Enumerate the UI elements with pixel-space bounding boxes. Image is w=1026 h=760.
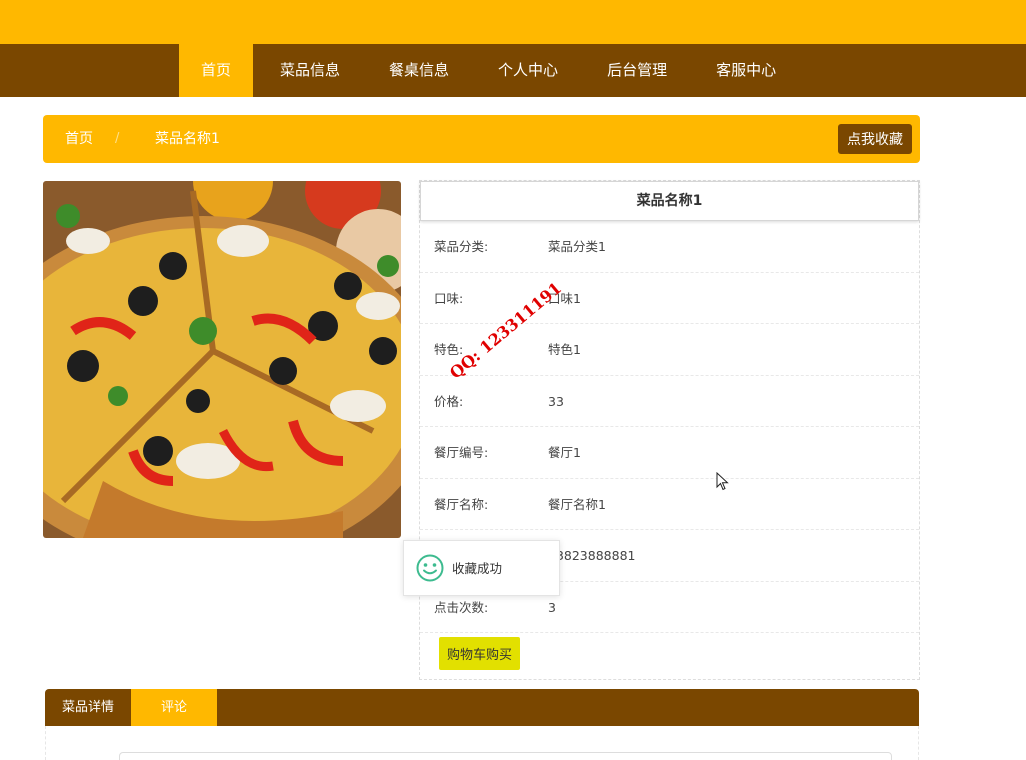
smile-icon (416, 554, 444, 586)
dish-title: 菜品名称1 (420, 181, 919, 221)
breadcrumb: 首页 / 菜品名称1 点我收藏 (43, 115, 920, 163)
toast-message: 收藏成功 (452, 561, 503, 576)
info-label: 菜品分类: (434, 239, 489, 254)
info-row-restaurant-id: 餐厅编号: 餐厅1 (420, 427, 919, 479)
dish-info-panel: 菜品名称1 菜品分类: 菜品分类1 口味: 口味1 特色: 特色1 价格: 33… (419, 180, 920, 680)
info-row-restaurant-name: 餐厅名称: 餐厅名称1 (420, 479, 919, 530)
breadcrumb-home-link[interactable]: 首页 (65, 115, 93, 163)
info-value: 13823888881 (548, 548, 636, 563)
info-label: 餐厅编号: (434, 445, 489, 460)
info-row-taste: 口味: 口味1 (420, 273, 919, 324)
info-value: 特色1 (548, 342, 581, 357)
detail-tabs: 菜品详情 评论 (45, 689, 919, 726)
nav-dish-info[interactable]: 菜品信息 (258, 44, 362, 97)
nav-admin[interactable]: 后台管理 (585, 44, 689, 97)
main-nav: 首页 菜品信息 餐桌信息 个人中心 后台管理 客服中心 (179, 44, 798, 97)
nav-personal-center[interactable]: 个人中心 (476, 44, 580, 97)
main-nav-bar: 首页 菜品信息 餐桌信息 个人中心 后台管理 客服中心 (0, 44, 1026, 97)
info-value: 餐厅名称1 (548, 496, 606, 512)
info-value: 餐厅1 (548, 445, 581, 460)
tab-dish-detail[interactable]: 菜品详情 (45, 689, 131, 726)
info-label: 餐厅名称: (434, 496, 489, 512)
info-label: 价格: (434, 393, 464, 409)
mouse-cursor-icon (716, 471, 730, 496)
info-row-price: 价格: 33 (420, 376, 919, 427)
nav-customer-service[interactable]: 客服中心 (694, 44, 798, 97)
favorite-button[interactable]: 点我收藏 (838, 124, 912, 154)
top-banner (0, 0, 1026, 44)
nav-table-info[interactable]: 餐桌信息 (367, 44, 471, 97)
comment-input[interactable] (119, 752, 892, 760)
toast-notification: 收藏成功 (403, 540, 560, 596)
info-row-category: 菜品分类: 菜品分类1 (420, 221, 919, 273)
info-value: 菜品分类1 (548, 239, 606, 254)
breadcrumb-current: 菜品名称1 (155, 131, 220, 147)
pizza-image (43, 181, 401, 538)
tab-comments[interactable]: 评论 (131, 689, 217, 726)
dish-photo (43, 181, 401, 538)
breadcrumb-separator: / (115, 131, 120, 146)
info-value: 33 (548, 393, 564, 409)
nav-home[interactable]: 首页 (179, 44, 254, 97)
info-label: 口味: (434, 290, 464, 306)
add-to-cart-button[interactable]: 购物车购买 (439, 637, 521, 670)
